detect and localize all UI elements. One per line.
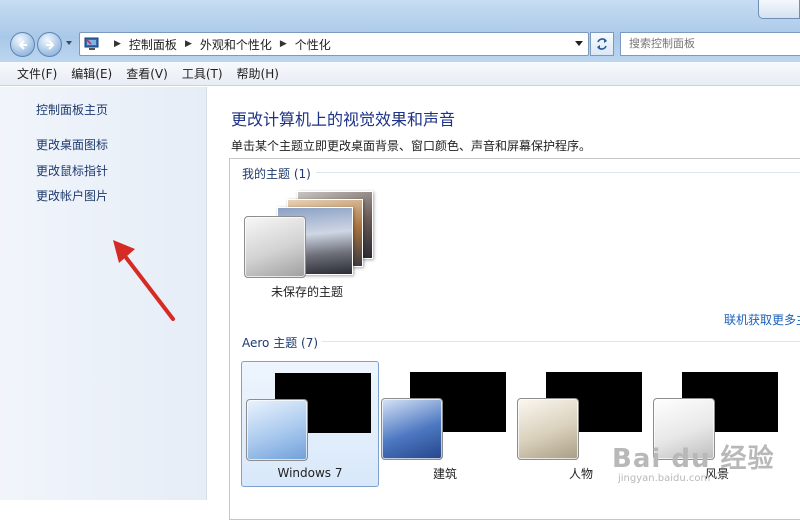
baidu-jingyan-watermark: Bai du 经验 jingyan.baidu.com bbox=[612, 438, 775, 484]
watermark-brand: Bai du 经验 bbox=[612, 444, 775, 474]
back-button[interactable] bbox=[10, 32, 35, 57]
menu-view[interactable]: 查看(V) bbox=[119, 65, 175, 82]
get-more-themes-online-link[interactable]: 联机获取更多主 bbox=[724, 311, 800, 328]
page-title: 更改计算机上的视觉效果和声音 bbox=[231, 110, 456, 129]
page-description: 单击某个主题立即更改桌面背景、窗口颜色、声音和屏幕保护程序。 bbox=[231, 139, 592, 153]
menu-file[interactable]: 文件(F) bbox=[10, 65, 64, 82]
refresh-button[interactable] bbox=[590, 32, 614, 56]
theme-name: Windows 7 bbox=[277, 466, 343, 480]
breadcrumb-separator-icon: ▶ bbox=[279, 39, 287, 49]
sidebar-link-control-panel-home[interactable]: 控制面板主页 bbox=[36, 101, 108, 118]
task-sidebar: 控制面板主页 更改桌面图标 更改鼠标指针 更改帐户图片 bbox=[0, 87, 207, 500]
menu-tools[interactable]: 工具(T) bbox=[175, 65, 230, 82]
group-divider bbox=[316, 172, 800, 173]
unsaved-theme-label: 未保存的主题 bbox=[270, 285, 343, 299]
control-panel-icon bbox=[84, 37, 99, 50]
aero-themes-header: Aero 主题 (7) bbox=[242, 336, 319, 350]
group-divider bbox=[322, 341, 800, 342]
recent-pages-dropdown-icon[interactable] bbox=[64, 38, 74, 48]
forward-arrow-icon bbox=[45, 39, 54, 50]
breadcrumb-separator-icon: ▶ bbox=[184, 39, 192, 49]
sidebar-link-change-account-picture[interactable]: 更改帐户图片 bbox=[36, 187, 108, 204]
search-box[interactable] bbox=[620, 32, 800, 56]
sidebar-link-change-mouse-pointers[interactable]: 更改鼠标指针 bbox=[36, 162, 108, 179]
forward-button[interactable] bbox=[37, 32, 62, 57]
theme-item-windows7[interactable]: Windows 7 bbox=[241, 361, 379, 487]
address-bar[interactable]: ▶ 控制面板 ▶ 外观和个性化 ▶ 个性化 bbox=[79, 32, 589, 56]
window-titlebar: ▶ 控制面板 ▶ 外观和个性化 ▶ 个性化 bbox=[0, 0, 800, 63]
breadcrumb-appearance[interactable]: 外观和个性化 bbox=[200, 36, 272, 53]
breadcrumb-separator-icon: ▶ bbox=[114, 39, 121, 49]
theme-item-architecture[interactable]: 建筑 bbox=[377, 361, 513, 485]
breadcrumb-control-panel[interactable]: 控制面板 bbox=[129, 36, 177, 53]
menu-edit[interactable]: 编辑(E) bbox=[64, 65, 119, 82]
my-themes-header: 我的主题 (1) bbox=[242, 167, 311, 181]
glass-color-tile bbox=[381, 398, 443, 460]
glass-color-tile bbox=[244, 216, 306, 278]
menu-help[interactable]: 帮助(H) bbox=[230, 65, 286, 82]
address-dropdown-icon[interactable] bbox=[574, 40, 584, 48]
search-input[interactable] bbox=[621, 33, 799, 53]
menu-bar: 文件(F) 编辑(E) 查看(V) 工具(T) 帮助(H) bbox=[0, 62, 800, 86]
sidebar-link-change-desktop-icons[interactable]: 更改桌面图标 bbox=[36, 136, 108, 153]
theme-name: 建筑 bbox=[432, 467, 457, 481]
breadcrumb-personalization[interactable]: 个性化 bbox=[295, 36, 331, 53]
annotation-arrow-icon bbox=[113, 240, 175, 321]
window-close-button[interactable] bbox=[758, 0, 800, 19]
glass-color-tile bbox=[517, 398, 579, 460]
unsaved-theme-item[interactable]: 未保存的主题 bbox=[242, 183, 373, 305]
refresh-icon bbox=[597, 38, 607, 50]
glass-color-tile bbox=[246, 399, 308, 461]
back-arrow-icon bbox=[18, 39, 27, 50]
